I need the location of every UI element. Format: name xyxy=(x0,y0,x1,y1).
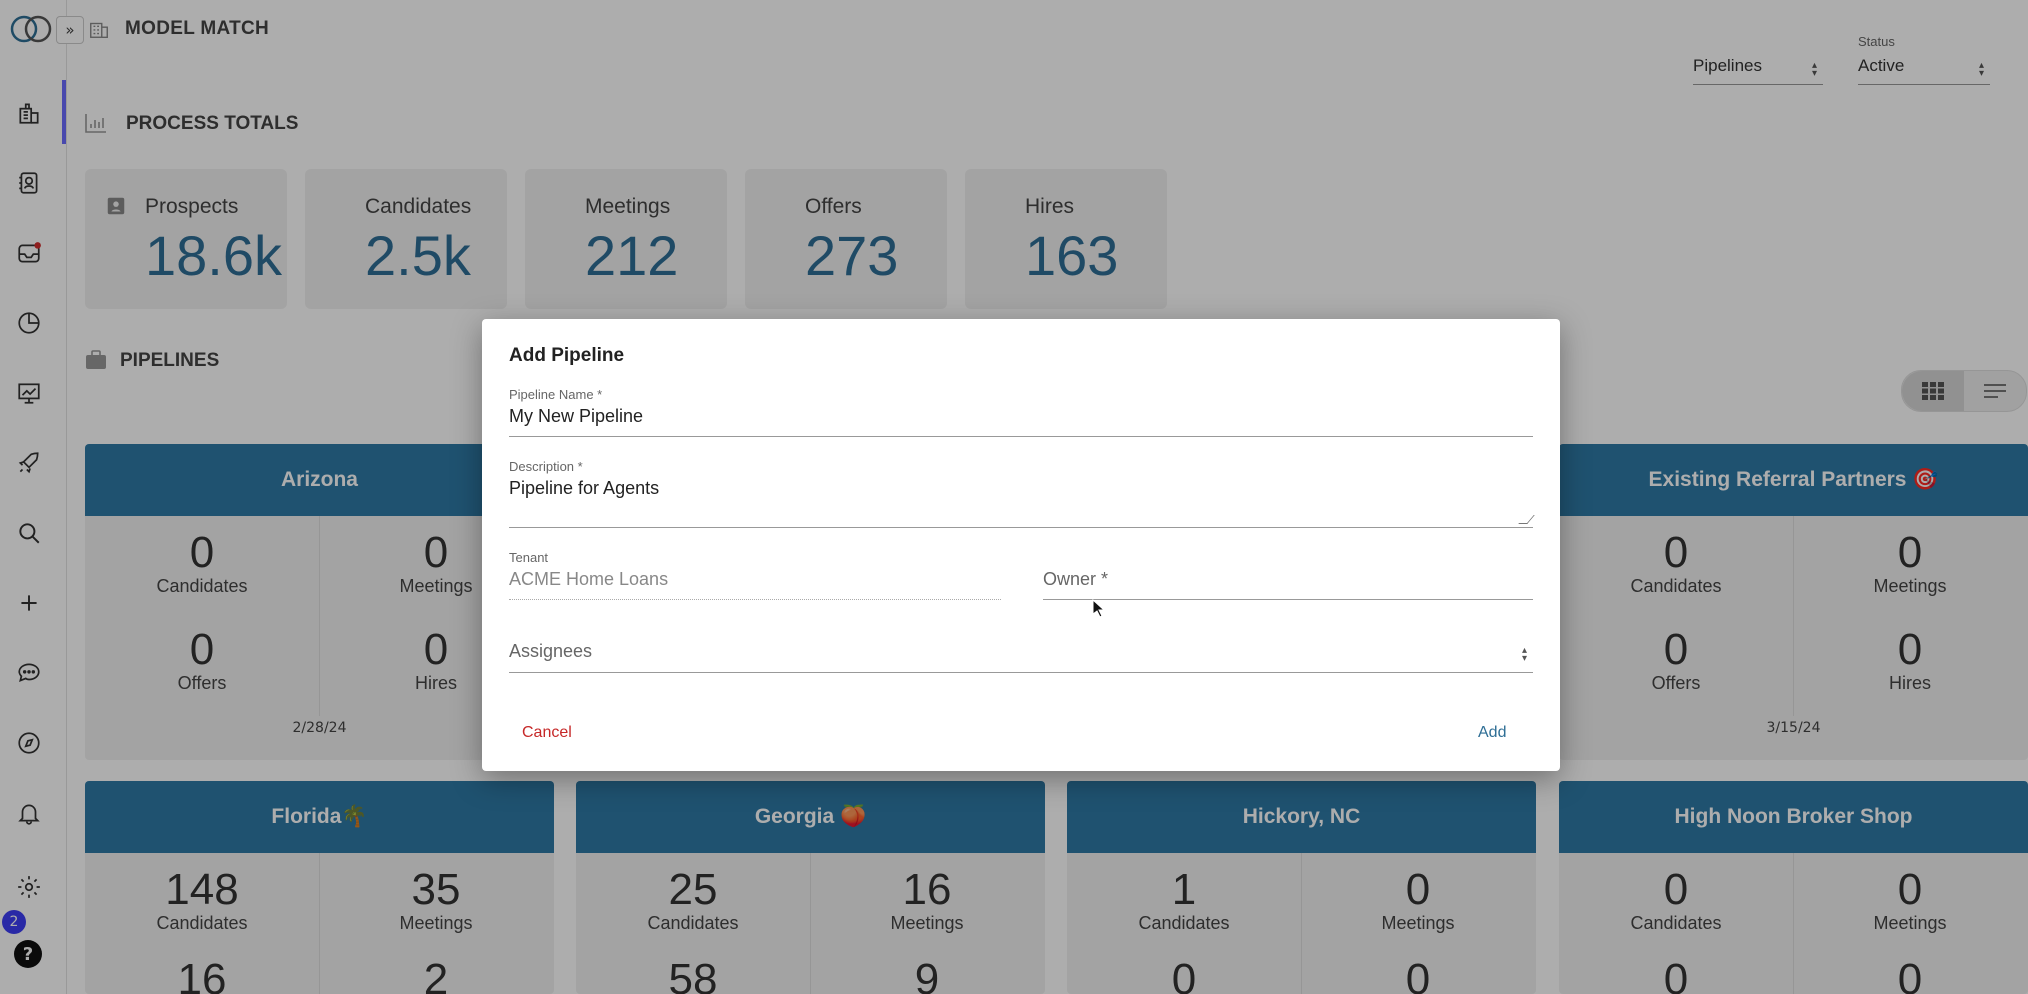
field-label: Tenant xyxy=(509,550,549,565)
description-field[interactable]: Description * Pipeline for Agents xyxy=(509,459,1535,528)
add-button[interactable]: Add xyxy=(1472,723,1512,743)
cancel-button[interactable]: Cancel xyxy=(516,723,578,743)
pipeline-name-input[interactable]: My New Pipeline xyxy=(509,406,1533,427)
dialog-title: Add Pipeline xyxy=(509,345,625,366)
assignees-select[interactable]: Assignees ▴ ▾ xyxy=(509,641,1533,673)
description-textarea[interactable]: Pipeline for Agents xyxy=(509,478,1533,499)
tenant-field: Tenant ACME Home Loans xyxy=(509,550,1001,600)
mouse-cursor-icon xyxy=(1092,599,1104,617)
assignees-placeholder: Assignees xyxy=(509,641,593,661)
tenant-value: ACME Home Loans xyxy=(509,569,669,589)
resize-handle-icon[interactable] xyxy=(1518,515,1535,524)
app-page: 2 ? » MODEL MATCH Pipelines ▴ ▾ Status Ac… xyxy=(0,0,2028,994)
pipeline-name-field[interactable]: Pipeline Name * My New Pipeline xyxy=(509,387,1533,437)
field-underline xyxy=(1043,599,1533,600)
field-underline xyxy=(509,672,1533,673)
field-underline xyxy=(509,527,1533,528)
field-label: Pipeline Name * xyxy=(509,387,603,402)
field-label: Description * xyxy=(509,459,583,474)
add-pipeline-dialog: Add Pipeline Pipeline Name * My New Pipe… xyxy=(482,319,1560,771)
field-underline xyxy=(509,599,1001,600)
select-arrows-icon: ▴ ▾ xyxy=(1521,645,1527,664)
field-underline xyxy=(509,436,1533,437)
owner-input[interactable]: Owner * xyxy=(1043,569,1533,590)
owner-field[interactable]: Owner * xyxy=(1043,569,1533,600)
